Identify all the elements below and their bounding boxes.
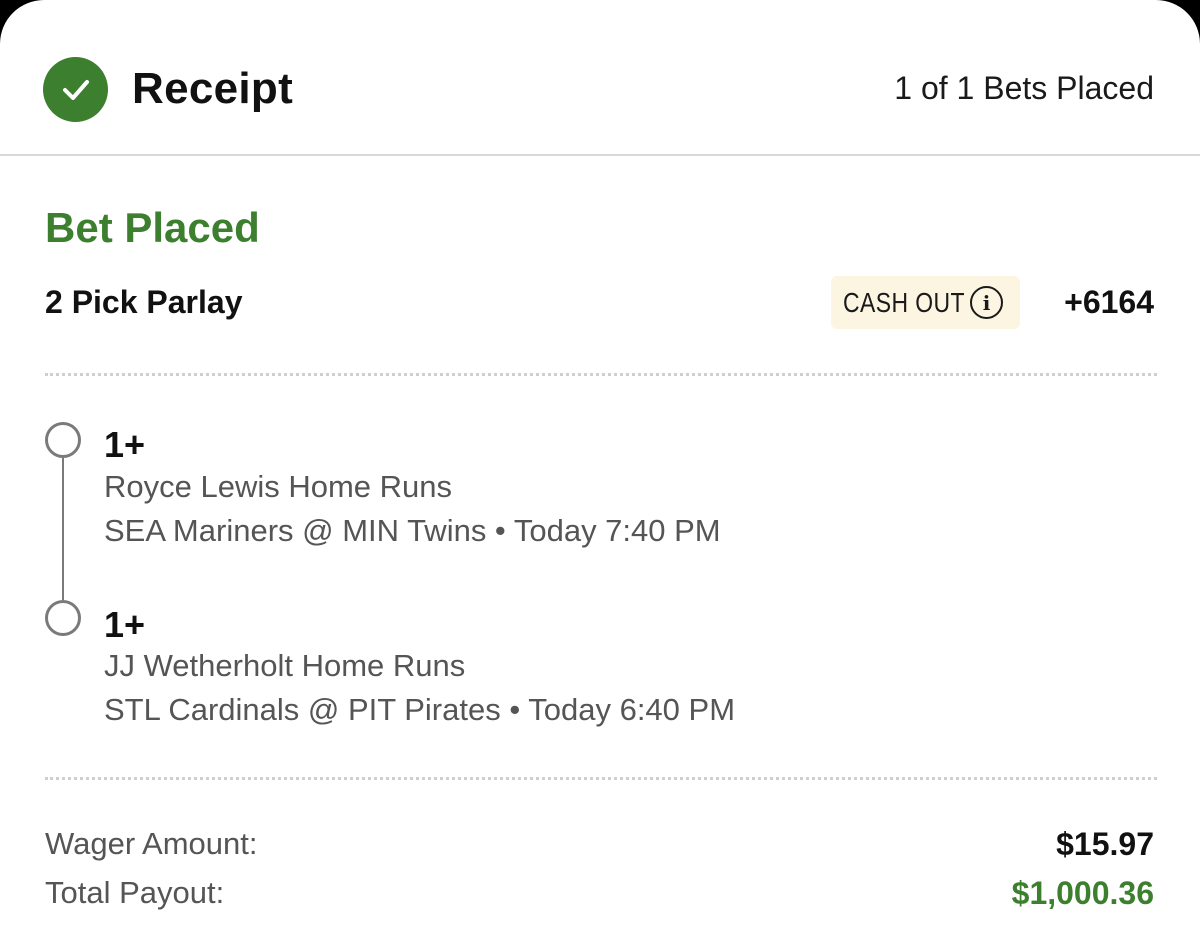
leg-market: Royce Lewis Home Runs xyxy=(104,469,453,504)
leg-game: STL Cardinals @ PIT Pirates • Today 6:40… xyxy=(104,692,736,727)
leg-value: 1+ xyxy=(104,604,146,645)
bet-type: 2 Pick Parlay xyxy=(45,284,243,320)
info-icon[interactable]: i xyxy=(970,286,1003,319)
leg-connector-line xyxy=(62,458,64,600)
leg-market: JJ Wetherholt Home Runs xyxy=(104,648,466,683)
divider xyxy=(45,777,1157,780)
wager-amount-value: $15.97 xyxy=(1056,826,1154,862)
leg-status-circle xyxy=(45,600,81,636)
wager-amount-label: Wager Amount: xyxy=(45,826,258,861)
leg-value: 1+ xyxy=(104,424,146,465)
receipt-sheet: Receipt 1 of 1 Bets Placed Bet Placed 2 … xyxy=(0,0,1200,936)
receipt-header: Receipt 1 of 1 Bets Placed xyxy=(0,0,1200,156)
check-icon xyxy=(43,57,108,122)
leg-game: SEA Mariners @ MIN Twins • Today 7:40 PM xyxy=(104,513,721,548)
divider xyxy=(45,373,1157,376)
total-payout-value: $1,000.36 xyxy=(1011,875,1154,911)
cash-out-button[interactable]: CASH OUT i xyxy=(831,276,1020,329)
page-title: Receipt xyxy=(132,64,294,113)
bets-placed-count: 1 of 1 Bets Placed xyxy=(894,70,1154,106)
leg-status-circle xyxy=(45,422,81,458)
bet-status: Bet Placed xyxy=(45,204,260,251)
cash-out-label: CASH OUT xyxy=(843,286,965,318)
total-payout-label: Total Payout: xyxy=(45,875,225,910)
parlay-odds: +6164 xyxy=(1064,284,1154,320)
